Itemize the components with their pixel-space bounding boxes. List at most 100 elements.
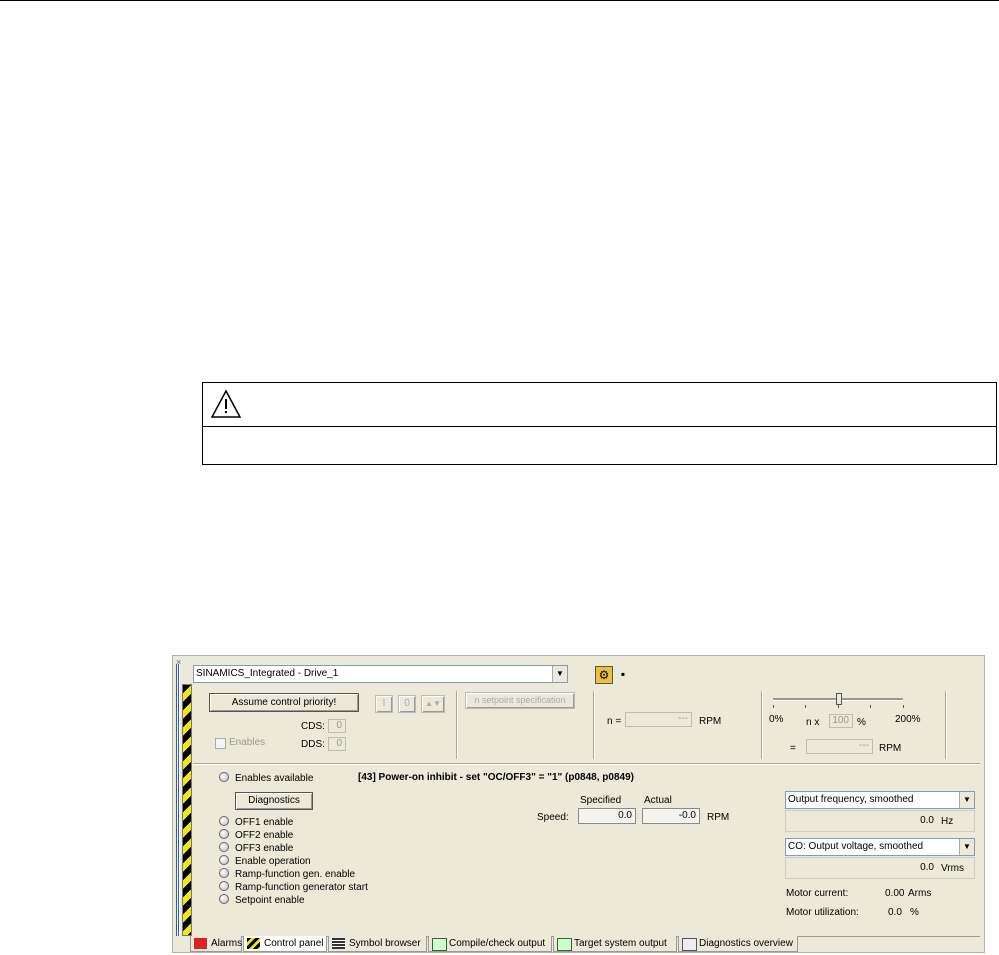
alarm-icon (194, 938, 207, 949)
motor-utilization-unit: % (910, 907, 919, 918)
assume-control-priority-button[interactable]: Assume control priority! (209, 693, 359, 712)
result-rpm-field[interactable]: --- (806, 739, 873, 754)
tab-compile-check-label: Compile/check output (449, 938, 546, 949)
off3-label: OFF3 enable (235, 843, 294, 854)
n-x-label: n x (806, 717, 820, 728)
separator (761, 691, 763, 759)
tab-symbol-browser-label: Symbol browser (349, 938, 421, 949)
eq-label: = (790, 743, 796, 754)
motor-current-value: 0.00 (885, 888, 905, 899)
drive-control-panel: × SINAMICS_Integrated - Drive_1 ▼ ⚙ ▪ As… (172, 655, 985, 953)
enable-operation-led (219, 855, 229, 865)
off1-led (219, 816, 229, 826)
motor-current-unit: Arms (908, 888, 932, 899)
slider-tick (838, 705, 839, 708)
setpoint-enable-label: Setpoint enable (235, 895, 305, 906)
specified-header: Specified (580, 795, 622, 806)
off3-led (219, 842, 229, 852)
output-voltage-unit: Vrms (941, 863, 964, 874)
tab-control-panel[interactable]: Control panel (243, 936, 327, 952)
speed-label: Speed: (537, 812, 569, 823)
warning-triangle-icon (210, 389, 242, 418)
tab-control-panel-label: Control panel (264, 938, 324, 949)
setpoint-spec-button[interactable]: n setpoint specification (465, 692, 575, 709)
speed-unit: RPM (707, 812, 730, 823)
page-top-rule (0, 0, 999, 1)
tab-symbol-browser[interactable]: Symbol browser (328, 936, 427, 952)
dds-label: DDS: (301, 739, 325, 750)
tab-alarms[interactable]: Alarms (190, 936, 242, 952)
hazard-icon (247, 938, 260, 949)
output-voltage-select[interactable]: CO: Output voltage, smoothed ▼ (785, 838, 975, 856)
slider-tick (903, 705, 904, 708)
dds-field[interactable]: 0 (328, 737, 346, 751)
actual-header: Actual (644, 795, 672, 806)
chevron-down-icon[interactable]: ▼ (552, 666, 567, 682)
network-icon[interactable]: ▪ (615, 666, 631, 682)
output-voltage-select-value: CO: Output voltage, smoothed (788, 841, 924, 852)
n-label: n = (607, 716, 622, 727)
grid-icon (557, 938, 572, 951)
off-button[interactable]: 0 (398, 695, 416, 713)
tab-diagnostics-overview[interactable]: Diagnostics overview (678, 936, 798, 952)
grid-icon (432, 938, 447, 951)
output-frequency-value: 0.0 (920, 815, 934, 826)
warning-header (203, 383, 996, 427)
section-divider (193, 763, 980, 765)
ramp-start-led (219, 881, 229, 891)
status-message: [43] Power-on inhibit - set "OC/OFF3" = … (358, 772, 634, 783)
tab-diagnostics-overview-label: Diagnostics overview (699, 938, 793, 949)
motor-utilization-value: 0.0 (888, 907, 902, 918)
drive-select[interactable]: SINAMICS_Integrated - Drive_1 ▼ (193, 665, 568, 683)
output-frequency-select[interactable]: Output frequency, smoothed ▼ (785, 791, 975, 809)
n-field[interactable]: --- (625, 712, 692, 727)
speed-slider-thumb[interactable] (836, 693, 842, 705)
enables-label: Enables (229, 737, 266, 748)
output-frequency-select-value: Output frequency, smoothed (788, 794, 914, 805)
hazard-stripe (182, 684, 192, 936)
chevron-down-icon[interactable]: ▼ (959, 839, 974, 855)
dock-bar[interactable] (176, 664, 180, 936)
ramp-enable-label: Ramp-function gen. enable (235, 869, 356, 880)
cds-label: CDS: (301, 721, 325, 732)
enables-available-led (219, 772, 229, 782)
cds-field[interactable]: 0 (328, 719, 346, 733)
on-button[interactable]: I (375, 695, 393, 713)
jog-button[interactable]: ▲▼ (421, 695, 445, 713)
speed-specified-field: 0.0 (578, 808, 636, 824)
slider-tick (870, 705, 871, 708)
setpoint-enable-led (219, 894, 229, 904)
result-rpm-unit: RPM (879, 743, 902, 754)
enables-available-label: Enables available (235, 773, 314, 784)
network-icon (682, 938, 697, 951)
output-voltage-value: 0.0 (920, 862, 934, 873)
separator (593, 691, 595, 759)
enables-checkbox[interactable] (215, 738, 226, 749)
n-unit: RPM (699, 716, 722, 727)
output-frequency-unit: Hz (941, 816, 954, 827)
tab-target-system[interactable]: Target system output (553, 936, 677, 952)
drive-config-icon[interactable]: ⚙ (595, 666, 613, 684)
off2-label: OFF2 enable (235, 830, 294, 841)
enable-operation-label: Enable operation (235, 856, 311, 867)
chevron-down-icon[interactable]: ▼ (959, 792, 974, 808)
ramp-start-label: Ramp-function generator start (235, 882, 368, 893)
drive-select-value: SINAMICS_Integrated - Drive_1 (196, 668, 339, 679)
warning-box (202, 382, 997, 465)
tab-alarms-label: Alarms (211, 938, 243, 949)
n-x-field[interactable]: 100 (829, 714, 853, 728)
list-icon (332, 938, 345, 949)
percent-unit: % (857, 717, 866, 728)
motor-utilization-label: Motor utilization: (786, 907, 859, 918)
off2-led (219, 829, 229, 839)
tab-compile-check[interactable]: Compile/check output (428, 936, 552, 952)
off1-label: OFF1 enable (235, 817, 294, 828)
motor-current-label: Motor current: (786, 888, 849, 899)
slider-max-label: 200% (895, 714, 921, 725)
slider-min-label: 0% (769, 714, 784, 725)
tab-target-system-label: Target system output (574, 938, 667, 949)
diagnostics-button[interactable]: Diagnostics (235, 792, 313, 810)
slider-tick (805, 705, 806, 708)
speed-actual-field: -0.0 (642, 808, 700, 824)
separator (456, 691, 458, 759)
